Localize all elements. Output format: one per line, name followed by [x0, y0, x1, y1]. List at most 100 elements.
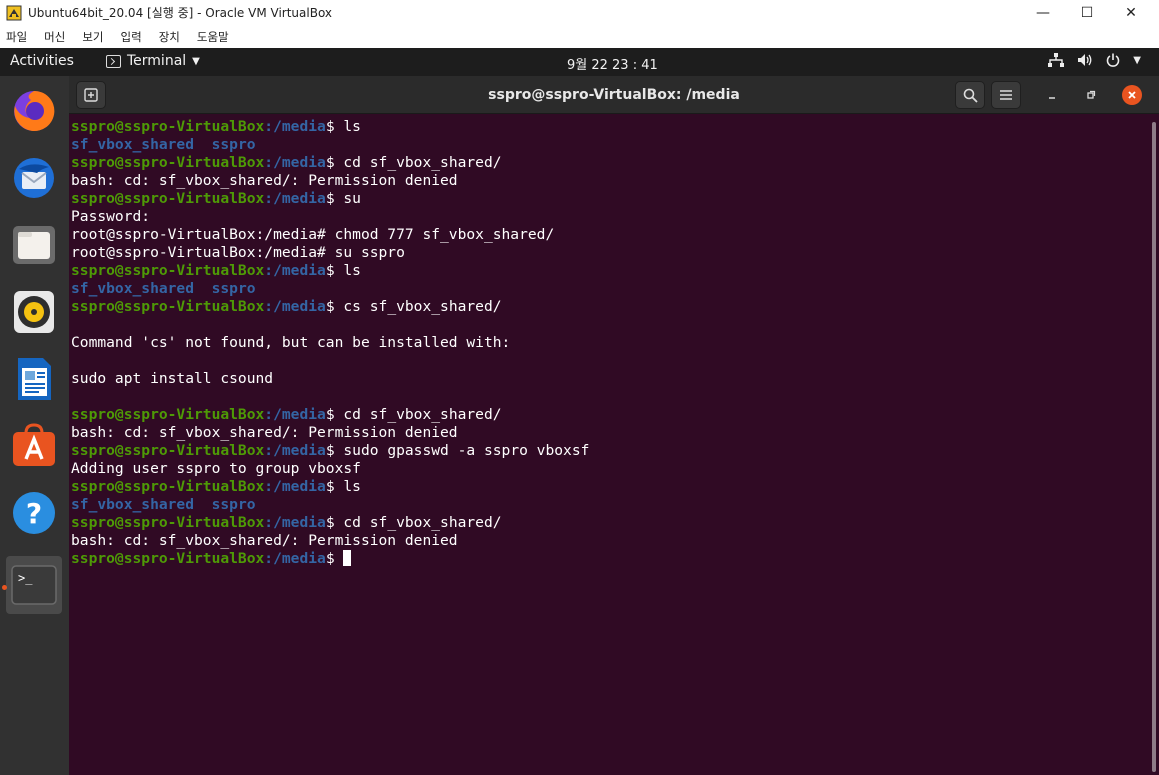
prompt-symbol: $ [325, 190, 344, 207]
terminal-line: bash: cd: sf_vbox_shared/: Permission de… [71, 532, 1147, 550]
output-text: bash: cd: sf_vbox_shared/: Permission de… [71, 172, 458, 189]
terminal-close-button[interactable] [1122, 85, 1142, 105]
output-text: root@sspro-VirtualBox:/media# chmod 777 … [71, 226, 555, 243]
terminal-line: sspro@sspro-VirtualBox:/media$ cd sf_vbo… [71, 514, 1147, 532]
clock[interactable]: 9월 22 23 : 41 [567, 54, 658, 73]
rhythmbox-icon [14, 291, 54, 333]
window-title: Ubuntu64bit_20.04 [실행 중] - Oracle VM Vir… [28, 6, 333, 20]
terminal-line: sspro@sspro-VirtualBox:/media$ sudo gpas… [71, 442, 1147, 460]
guest-display[interactable]: Activities Terminal ▼ 9월 22 23 : 41 ▼ ? … [0, 48, 1159, 775]
terminal-minimize-button[interactable] [1042, 85, 1062, 105]
power-icon [1107, 53, 1120, 67]
dock-help[interactable]: ? [6, 484, 62, 542]
search-button[interactable] [955, 81, 985, 109]
prompt-symbol: $ [325, 298, 344, 315]
svg-text:?: ? [26, 497, 42, 530]
prompt-path: :/media [264, 514, 326, 531]
terminal-line: Adding user sspro to group vboxsf [71, 460, 1147, 478]
virtualbox-menubar: 파일 머신 보기 입력 장치 도움말 [0, 26, 1159, 48]
prompt-path: :/media [264, 406, 326, 423]
output-text: Adding user sspro to group vboxsf [71, 460, 361, 477]
maximize-icon: ☐ [1080, 5, 1094, 21]
terminal-line: sspro@sspro-VirtualBox:/media$ cd sf_vbo… [71, 406, 1147, 424]
app-menu-terminal[interactable]: Terminal ▼ [106, 53, 200, 69]
prompt-path: :/media [264, 550, 326, 567]
dock-libreoffice-writer[interactable] [6, 350, 62, 408]
output-text: root@sspro-VirtualBox:/media# su sspro [71, 244, 405, 261]
output-text: bash: cd: sf_vbox_shared/: Permission de… [71, 424, 458, 441]
menu-view[interactable]: 보기 [82, 29, 103, 45]
directory-entry: sf_vbox_shared [71, 136, 195, 153]
menu-file[interactable]: 파일 [6, 29, 27, 45]
prompt-user: sspro@sspro-VirtualBox [71, 262, 265, 279]
network-icon [1048, 53, 1065, 67]
command-text: cd sf_vbox_shared/ [343, 514, 502, 531]
directory-entry: sf_vbox_shared [71, 496, 195, 513]
terminal-line: Command 'cs' not found, but can be insta… [71, 334, 1147, 352]
virtualbox-app-icon [6, 5, 22, 21]
hamburger-icon [1000, 90, 1012, 100]
firefox-icon [14, 90, 55, 131]
command-text: cd sf_vbox_shared/ [343, 154, 502, 171]
close-icon: ✕ [1125, 5, 1137, 21]
terminal-line: root@sspro-VirtualBox:/media# su sspro [71, 244, 1147, 262]
terminal-line: sf_vbox_shared sspro [71, 496, 1147, 514]
minimize-button[interactable]: — [1020, 0, 1066, 26]
libreoffice-writer-icon [18, 358, 51, 400]
prompt-path: :/media [264, 118, 326, 135]
app-menu-label: Terminal [127, 53, 187, 69]
terminal-window[interactable]: sspro@sspro-VirtualBox: /media sspro@ssp… [69, 76, 1159, 775]
virtualbox-titlebar: Ubuntu64bit_20.04 [실행 중] - Oracle VM Vir… [0, 0, 1159, 26]
system-tray[interactable]: ▼ [1048, 53, 1141, 67]
prompt-path: :/media [264, 262, 326, 279]
dock-files[interactable] [6, 216, 62, 274]
menu-input[interactable]: 입력 [121, 29, 142, 45]
terminal-scrollbar[interactable] [1147, 114, 1159, 775]
files-icon [13, 226, 55, 264]
running-indicator [2, 585, 7, 590]
menu-machine[interactable]: 머신 [44, 29, 65, 45]
terminal-maximize-button[interactable] [1081, 85, 1101, 105]
close-window-button[interactable]: ✕ [1108, 0, 1154, 26]
dock-terminal[interactable]: >_ [6, 556, 62, 614]
minimize-icon: — [1036, 5, 1050, 21]
terminal-line: sf_vbox_shared sspro [71, 136, 1147, 154]
dock-firefox[interactable] [6, 82, 62, 140]
activities-button[interactable]: Activities [10, 53, 74, 69]
menu-button[interactable] [991, 81, 1021, 109]
dock-thunderbird[interactable] [6, 149, 62, 207]
prompt-user: sspro@sspro-VirtualBox [71, 298, 265, 315]
prompt-user: sspro@sspro-VirtualBox [71, 478, 265, 495]
command-text: cd sf_vbox_shared/ [343, 406, 502, 423]
command-text: ls [343, 262, 361, 279]
gnome-top-bar: Activities Terminal ▼ 9월 22 23 : 41 ▼ [0, 48, 1159, 76]
maximize-button[interactable]: ☐ [1064, 0, 1110, 26]
prompt-symbol: $ [325, 442, 344, 459]
terminal-output[interactable]: sspro@sspro-VirtualBox:/media$ ls sf_vbox… [71, 118, 1147, 775]
command-text: su [343, 190, 361, 207]
terminal-headerbar[interactable]: sspro@sspro-VirtualBox: /media [69, 76, 1159, 114]
prompt-user: sspro@sspro-VirtualBox [71, 514, 265, 531]
terminal-icon: >_ [11, 565, 57, 605]
caret-down-icon: ▼ [192, 55, 200, 67]
text-cursor [343, 550, 352, 566]
prompt-symbol: $ [325, 478, 344, 495]
menu-help[interactable]: 도움말 [197, 29, 229, 45]
dock-ubuntu-software[interactable] [6, 417, 62, 475]
terminal-line: root@sspro-VirtualBox:/media# chmod 777 … [71, 226, 1147, 244]
directory-entry: sspro [211, 280, 256, 297]
terminal-line: bash: cd: sf_vbox_shared/: Permission de… [71, 424, 1147, 442]
help-icon: ? [13, 492, 55, 534]
prompt-user: sspro@sspro-VirtualBox [71, 118, 265, 135]
prompt-user: sspro@sspro-VirtualBox [71, 406, 265, 423]
prompt-user: sspro@sspro-VirtualBox [71, 154, 265, 171]
terminal-line: sspro@sspro-VirtualBox:/media$ [71, 550, 1147, 568]
dock-rhythmbox[interactable] [6, 283, 62, 341]
prompt-symbol: $ [325, 262, 344, 279]
menu-devices[interactable]: 장치 [159, 29, 180, 45]
terminal-line: sspro@sspro-VirtualBox:/media$ ls [71, 478, 1147, 496]
scrollbar-thumb[interactable] [1152, 122, 1156, 772]
